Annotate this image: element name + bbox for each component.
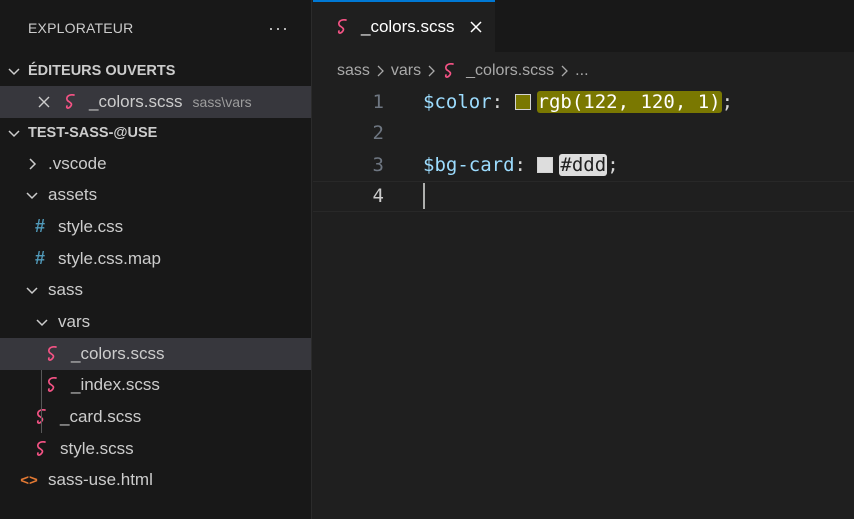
breadcrumb-item[interactable]: sass [337, 62, 370, 80]
code-line-current: 4 [313, 180, 854, 212]
tree-item-label: assets [48, 185, 98, 205]
tree-folder-vars[interactable]: vars [0, 306, 311, 338]
tree-item-label: .vscode [48, 153, 107, 173]
sass-file-icon [36, 440, 46, 456]
code-line: 1 $color: rgb(122, 120, 1); [313, 86, 854, 118]
sass-file-icon [337, 18, 347, 34]
color-value: rgb(122, 120, 1) [536, 90, 722, 113]
explorer-title: EXPLORATEUR [28, 20, 134, 36]
tree-item-label: style.css.map [58, 248, 161, 268]
chevron-right-icon [29, 158, 37, 170]
code-line: 3 $bg-card: #ddd; [313, 149, 854, 181]
tree-folder-sass[interactable]: sass [0, 274, 311, 306]
tab-bar: _colors.scss [313, 0, 854, 52]
tree-file-sass-use-html[interactable]: <> sass-use.html [0, 465, 311, 497]
sass-file-icon [65, 93, 75, 109]
breadcrumb-item[interactable]: vars [391, 62, 421, 80]
breadcrumb: sass vars _colors.scss ... [313, 52, 854, 89]
tree-item-label: _card.scss [60, 407, 142, 427]
chevron-right-icon [561, 65, 569, 76]
tree-item-label: _colors.scss [71, 343, 165, 363]
open-editor-path: sass\vars [192, 93, 252, 110]
line-number: 4 [372, 185, 384, 208]
tree-item-label: style.css [58, 216, 124, 236]
semicolon: ; [607, 153, 619, 176]
colon: : [491, 90, 504, 113]
open-editors-section[interactable]: ÉDITEURS OUVERTS [0, 56, 311, 86]
line-content: $color: rgb(122, 120, 1); [423, 90, 734, 113]
chevron-down-icon [26, 287, 38, 295]
code-line: 2 [313, 118, 854, 150]
chevron-down-icon [36, 319, 48, 327]
sass-file-icon [47, 377, 57, 393]
more-actions-icon[interactable]: ··· [268, 18, 289, 39]
sass-file-icon [445, 62, 454, 78]
html-file-icon: <> [20, 471, 38, 489]
indent-guide [41, 369, 42, 433]
css-file-icon: # [34, 248, 45, 269]
line-content: $bg-card: #ddd; [423, 153, 619, 176]
tree-file-style-css-map[interactable]: # style.css.map [0, 243, 311, 275]
tree-item-label: sass-use.html [48, 470, 153, 490]
explorer-sidebar: EXPLORATEUR ··· ÉDITEURS OUVERTS _colors… [0, 0, 312, 519]
tree-file-index-scss[interactable]: _index.scss [0, 370, 311, 402]
open-editors-label: ÉDITEURS OUVERTS [28, 63, 176, 79]
sass-file-icon [47, 345, 57, 361]
chevron-right-icon [428, 65, 436, 76]
explorer-header: EXPLORATEUR ··· [0, 0, 311, 56]
close-icon[interactable] [469, 20, 483, 34]
open-editor-item[interactable]: _colors.scss sass\vars [0, 86, 311, 118]
tree-file-colors-scss[interactable]: _colors.scss [0, 337, 311, 370]
tree-file-style-css[interactable]: # style.css [0, 211, 311, 243]
line-content [423, 183, 425, 210]
tree-item-label: sass [48, 280, 83, 300]
line-number: 2 [372, 122, 384, 145]
chevron-down-icon [8, 130, 20, 137]
tree-item-label: vars [58, 311, 91, 331]
project-label: TEST-SASS-@USE [28, 124, 158, 141]
breadcrumb-item[interactable]: ... [575, 62, 588, 80]
project-section[interactable]: TEST-SASS-@USE [0, 118, 311, 148]
tree-folder-vscode[interactable]: .vscode [0, 148, 311, 180]
line-number: 1 [372, 90, 384, 113]
tree-file-style-scss[interactable]: style.scss [0, 433, 311, 465]
text-cursor [423, 183, 425, 210]
colon: : [514, 153, 526, 176]
line-number: 3 [372, 153, 384, 176]
tree-item-label: style.scss [60, 438, 134, 458]
breadcrumb-item[interactable]: _colors.scss [466, 62, 554, 80]
code-editor[interactable]: 1 $color: rgb(122, 120, 1); 2 3 $bg-card… [313, 86, 854, 212]
close-icon[interactable] [37, 95, 51, 109]
color-swatch[interactable] [514, 93, 531, 110]
chevron-down-icon [8, 68, 20, 76]
tree-file-card-scss[interactable]: _card.scss [0, 401, 311, 433]
tree-folder-assets[interactable]: assets [0, 179, 311, 211]
tree-item-label: _index.scss [71, 375, 160, 395]
variable-name: $color [423, 90, 492, 113]
semicolon: ; [721, 90, 734, 113]
color-swatch[interactable] [537, 156, 554, 173]
color-value: #ddd [559, 153, 608, 176]
open-editor-label: _colors.scss [89, 91, 183, 111]
variable-name: $bg-card [423, 153, 515, 176]
tab-label: _colors.scss [361, 17, 455, 36]
chevron-right-icon [377, 65, 384, 76]
css-file-icon: # [34, 216, 45, 237]
sass-file-icon [36, 409, 46, 424]
editor-area: _colors.scss sass vars _colors.scss ... … [313, 0, 854, 519]
tab-colors-scss[interactable]: _colors.scss [313, 0, 495, 52]
chevron-down-icon [26, 192, 38, 200]
file-tree: .vscode assets # style.css # style.css.m… [0, 148, 311, 497]
